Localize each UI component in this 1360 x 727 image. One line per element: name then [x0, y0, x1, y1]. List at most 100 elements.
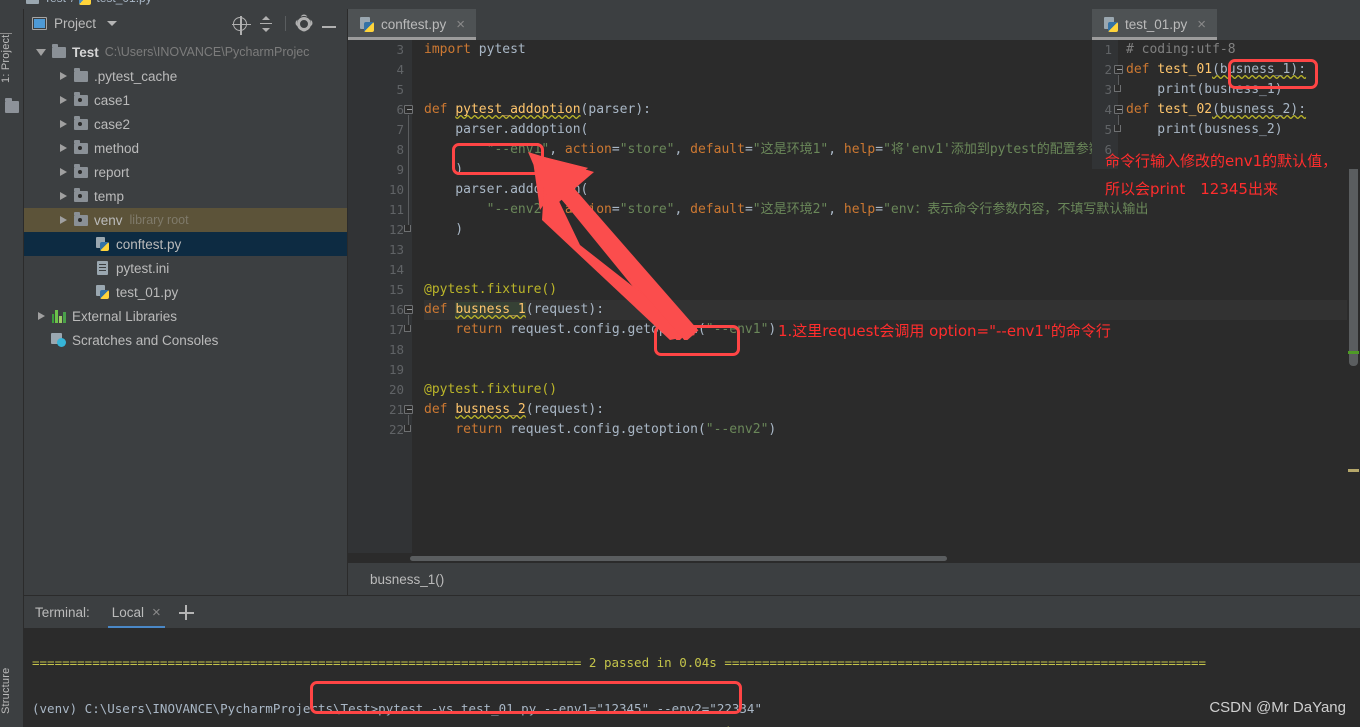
- tree-twisty[interactable]: [54, 96, 72, 104]
- python-file-icon: [79, 0, 92, 5]
- code-token: return: [455, 422, 511, 437]
- right-code-lines[interactable]: # coding:utf-8 def test_01(busness_1): pr…: [1126, 40, 1306, 160]
- scrollbar-thumb[interactable]: [1349, 156, 1358, 366]
- chevron-right-icon[interactable]: [59, 168, 67, 176]
- project-window-icon: [32, 17, 47, 30]
- code-token: ,: [549, 142, 565, 157]
- gear-icon[interactable]: [297, 16, 311, 31]
- tree-item-case1[interactable]: case1: [24, 88, 347, 112]
- code-line[interactable]: [424, 360, 1360, 380]
- watermark: CSDN @Mr DaYang: [1209, 699, 1346, 716]
- add-terminal-button[interactable]: [173, 596, 199, 629]
- tree-item-icon: [72, 139, 89, 154]
- line-number: 19: [388, 362, 404, 377]
- editor-tab-test-01-py[interactable]: test_01.py ×: [1092, 9, 1218, 40]
- code-folding-column[interactable]: [404, 40, 424, 564]
- close-icon[interactable]: ×: [1197, 17, 1206, 32]
- tree-item-icon: [50, 309, 67, 323]
- module-folder-icon: [73, 163, 88, 178]
- code-line[interactable]: @pytest.fixture(): [424, 380, 1360, 400]
- tree-item-label: Scratches and Consoles: [72, 332, 219, 348]
- tree-twisty[interactable]: [54, 72, 72, 80]
- tree-item--pytest-cache[interactable]: .pytest_cache: [24, 64, 347, 88]
- code-line[interactable]: return request.config.getoption("--env2"…: [424, 420, 1360, 440]
- tree-item-test-01-py[interactable]: test_01.py: [24, 280, 347, 304]
- tree-twisty[interactable]: [32, 312, 50, 320]
- fold-marker-test-02[interactable]: [1114, 105, 1123, 114]
- fold-marker-busness-1[interactable]: [404, 305, 413, 314]
- code-line[interactable]: [424, 340, 1360, 360]
- project-tree[interactable]: Test C:\Users\INOVANCE\PycharmProjec .pyte…: [24, 38, 347, 595]
- breadcrumb-file[interactable]: test_01.py: [96, 0, 151, 5]
- chevron-right-icon[interactable]: [59, 144, 67, 152]
- close-icon[interactable]: ×: [152, 604, 161, 621]
- chevron-down-icon[interactable]: [36, 48, 46, 56]
- tree-twisty[interactable]: [54, 192, 72, 200]
- code-line[interactable]: [424, 240, 1360, 260]
- tree-item-venv[interactable]: venv library root: [24, 208, 347, 232]
- chevron-right-icon[interactable]: [59, 120, 67, 128]
- chevron-right-icon[interactable]: [59, 192, 67, 200]
- fold-end-marker: [404, 425, 411, 432]
- tree-twisty[interactable]: [54, 168, 72, 176]
- left-tool-strip: 1: Project Structure: [0, 9, 24, 727]
- tree-item-case2[interactable]: case2: [24, 112, 347, 136]
- code-token: def: [1126, 62, 1158, 77]
- chevron-right-icon[interactable]: [59, 96, 67, 104]
- locate-icon[interactable]: [232, 15, 251, 35]
- code-line[interactable]: def test_01(busness_1):: [1126, 60, 1306, 80]
- tree-item-scratches-and-consoles[interactable]: Scratches and Consoles: [24, 328, 347, 352]
- tree-item-conftest-py[interactable]: conftest.py: [24, 232, 347, 256]
- code-line[interactable]: print(busness_2): [1126, 120, 1306, 140]
- code-line[interactable]: print(busness_1): [1126, 80, 1306, 100]
- tree-twisty[interactable]: [32, 48, 50, 56]
- code-line[interactable]: def busness_1(request):: [424, 300, 1360, 320]
- chevron-right-icon[interactable]: [37, 312, 45, 320]
- code-token: def: [424, 302, 456, 317]
- tree-twisty[interactable]: [54, 120, 72, 128]
- breadcrumb-project[interactable]: Test: [44, 0, 66, 5]
- fold-marker-def-pytest-addoption[interactable]: [404, 105, 413, 114]
- code-token: action: [564, 142, 612, 157]
- code-line[interactable]: # coding:utf-8: [1126, 40, 1306, 60]
- tree-item-temp[interactable]: temp: [24, 184, 347, 208]
- code-line[interactable]: def busness_2(request):: [424, 400, 1360, 420]
- tree-item-external-libraries[interactable]: External Libraries: [24, 304, 347, 328]
- collapse-all-icon[interactable]: [258, 15, 274, 32]
- tree-twisty[interactable]: [54, 144, 72, 152]
- project-folder-icon: [5, 98, 19, 113]
- code-line[interactable]: ): [424, 220, 1360, 240]
- tree-item-label: case1: [94, 92, 131, 108]
- code-line[interactable]: [424, 260, 1360, 280]
- close-icon[interactable]: ×: [456, 17, 465, 32]
- editor-status-bar: busness_1(): [348, 563, 1360, 595]
- editor-tab-conftest-py[interactable]: conftest.py ×: [348, 9, 477, 40]
- fold-marker-busness-2[interactable]: [404, 405, 413, 414]
- code-line[interactable]: @pytest.fixture(): [424, 280, 1360, 300]
- project-panel-title-group[interactable]: Project: [32, 16, 118, 31]
- code-line[interactable]: def test_02(busness_2):: [1126, 100, 1306, 120]
- tree-item-pytest-ini[interactable]: pytest.ini: [24, 256, 347, 280]
- code-line[interactable]: "--env2", action="store", default="这是环境2…: [424, 200, 1360, 220]
- chevron-right-icon[interactable]: [59, 216, 67, 224]
- code-token: busness_1: [455, 302, 526, 317]
- terminal-output[interactable]: ========================================…: [24, 628, 1360, 727]
- code-token: default: [690, 142, 745, 157]
- fold-marker-test-01[interactable]: [1114, 65, 1123, 74]
- right-editor-tabbar[interactable]: test_01.py ×: [1092, 9, 1360, 40]
- tree-item-method[interactable]: method: [24, 136, 347, 160]
- code-token: =: [875, 142, 884, 157]
- chevron-right-icon[interactable]: [59, 72, 67, 80]
- sidebar-tab-structure[interactable]: Structure: [0, 649, 24, 727]
- terminal-tab-local[interactable]: Local ×: [100, 596, 173, 629]
- module-folder-icon: [73, 139, 88, 154]
- tree-item-test[interactable]: Test C:\Users\INOVANCE\PycharmProjec: [24, 40, 347, 64]
- chevron-down-icon[interactable]: [107, 21, 118, 26]
- tree-twisty[interactable]: [54, 216, 72, 224]
- code-token: def: [424, 402, 456, 417]
- tree-item-report[interactable]: report: [24, 160, 347, 184]
- minimize-icon[interactable]: [322, 26, 336, 28]
- sidebar-tab-project[interactable]: 1: Project: [0, 21, 24, 95]
- folder-icon: [51, 43, 66, 58]
- python-file-icon: [96, 237, 109, 251]
